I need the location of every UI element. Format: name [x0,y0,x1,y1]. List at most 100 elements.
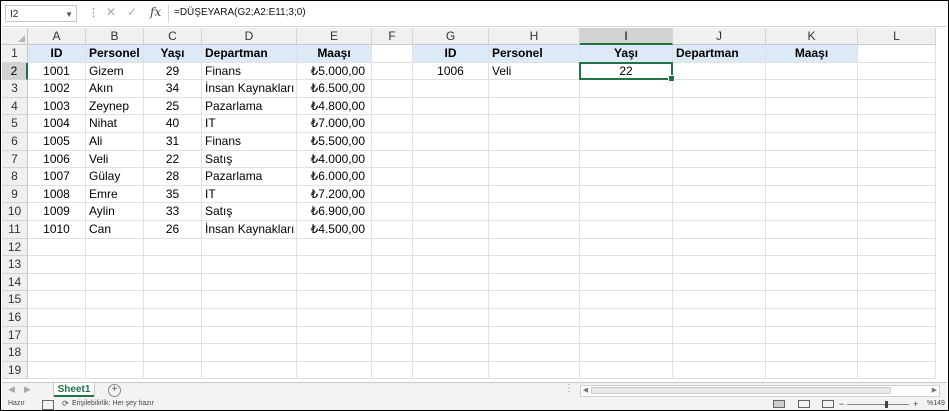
table-cell[interactable]: IT [202,186,297,203]
column-header-f[interactable]: F [372,28,413,45]
cell-f17[interactable] [372,327,413,344]
cell-h15[interactable] [489,291,580,309]
lookup-cell[interactable]: Veli [489,63,580,80]
cell-g17[interactable] [413,327,489,344]
cell-c14[interactable] [144,274,202,291]
cell-k5[interactable] [766,115,858,133]
scroll-right-icon[interactable]: ▶ [930,386,939,396]
cell-g13[interactable] [413,256,489,274]
row-header-12[interactable]: 12 [2,239,28,256]
cell-j13[interactable] [673,256,766,274]
column-header-j[interactable]: J [673,28,766,45]
cell-f7[interactable] [372,151,413,168]
page-break-view-icon[interactable] [822,400,834,408]
cell-i14[interactable] [580,274,673,291]
active-cell-selection[interactable] [579,62,675,82]
chevron-down-icon[interactable]: ▼ [65,6,73,23]
cell-f12[interactable] [372,239,413,256]
cell-d12[interactable] [202,239,297,256]
cell-d16[interactable] [202,309,297,327]
cell-f10[interactable] [372,203,413,221]
table-cell[interactable]: Aylin [86,203,144,221]
table-cell[interactable]: Finans [202,63,297,80]
row-header-13[interactable]: 13 [2,256,28,274]
cell-g3[interactable] [413,80,489,98]
cell-l19[interactable] [858,362,936,379]
cell-g8[interactable] [413,168,489,186]
cell-k7[interactable] [766,151,858,168]
cell-h16[interactable] [489,309,580,327]
table-cell[interactable]: 1005 [28,133,86,151]
tab-prev-icon[interactable]: ◀ [8,384,15,395]
table-cell[interactable]: ₺6.900,00 [297,203,372,221]
row-header-11[interactable]: 11 [2,221,28,239]
table-cell[interactable]: 34 [144,80,202,98]
table-cell[interactable]: IT [202,115,297,133]
cell-l17[interactable] [858,327,936,344]
cell-l8[interactable] [858,168,936,186]
cell-h17[interactable] [489,327,580,344]
cell-h10[interactable] [489,203,580,221]
table-cell[interactable]: 28 [144,168,202,186]
table-cell[interactable]: Can [86,221,144,239]
normal-view-icon[interactable] [773,400,785,408]
table-cell[interactable]: 35 [144,186,202,203]
cell-h4[interactable] [489,98,580,115]
table-cell[interactable]: 1006 [28,151,86,168]
table-cell[interactable]: ₺4.500,00 [297,221,372,239]
cell-k3[interactable] [766,80,858,98]
table-cell[interactable]: Ali [86,133,144,151]
row-header-1[interactable]: 1 [2,45,28,63]
zoom-out-icon[interactable]: − [839,398,844,410]
cell-c19[interactable] [144,362,202,379]
cell-c17[interactable] [144,327,202,344]
cell-d18[interactable] [202,344,297,362]
cell-h19[interactable] [489,362,580,379]
cell-e16[interactable] [297,309,372,327]
cell-g7[interactable] [413,151,489,168]
table-cell[interactable]: 1003 [28,98,86,115]
cell-b17[interactable] [86,327,144,344]
cell-j19[interactable] [673,362,766,379]
cell-l6[interactable] [858,133,936,151]
sheet-tab-active[interactable]: Sheet1 [54,383,94,397]
tab-next-icon[interactable]: ▶ [24,384,31,395]
table-cell[interactable]: ₺5.500,00 [297,133,372,151]
table-cell[interactable]: ₺7.000,00 [297,115,372,133]
cell-e15[interactable] [297,291,372,309]
table-header[interactable]: Maaşı [297,45,372,63]
table-cell[interactable]: Gizem [86,63,144,80]
cell-a12[interactable] [28,239,86,256]
lookup-header[interactable]: ID [413,45,489,63]
cell-l5[interactable] [858,115,936,133]
row-header-8[interactable]: 8 [2,168,28,186]
table-cell[interactable]: Gülay [86,168,144,186]
cell-h14[interactable] [489,274,580,291]
cell-h11[interactable] [489,221,580,239]
cell-i5[interactable] [580,115,673,133]
row-header-17[interactable]: 17 [2,327,28,344]
cell-i7[interactable] [580,151,673,168]
cell-l2[interactable] [858,63,936,80]
cell-f3[interactable] [372,80,413,98]
zoom-slider-handle[interactable] [885,401,888,408]
cell-k18[interactable] [766,344,858,362]
table-cell[interactable]: 1004 [28,115,86,133]
table-cell[interactable]: 29 [144,63,202,80]
cell-a13[interactable] [28,256,86,274]
table-cell[interactable]: ₺7.200,00 [297,186,372,203]
row-header-16[interactable]: 16 [2,309,28,327]
column-header-d[interactable]: D [202,28,297,45]
table-cell[interactable]: 1009 [28,203,86,221]
table-cell[interactable]: 25 [144,98,202,115]
cell-c12[interactable] [144,239,202,256]
cell-j4[interactable] [673,98,766,115]
table-cell[interactable]: 1002 [28,80,86,98]
cell-d13[interactable] [202,256,297,274]
row-header-5[interactable]: 5 [2,115,28,133]
cell-h5[interactable] [489,115,580,133]
cell-e14[interactable] [297,274,372,291]
cell-i18[interactable] [580,344,673,362]
cell-f15[interactable] [372,291,413,309]
cell-b13[interactable] [86,256,144,274]
